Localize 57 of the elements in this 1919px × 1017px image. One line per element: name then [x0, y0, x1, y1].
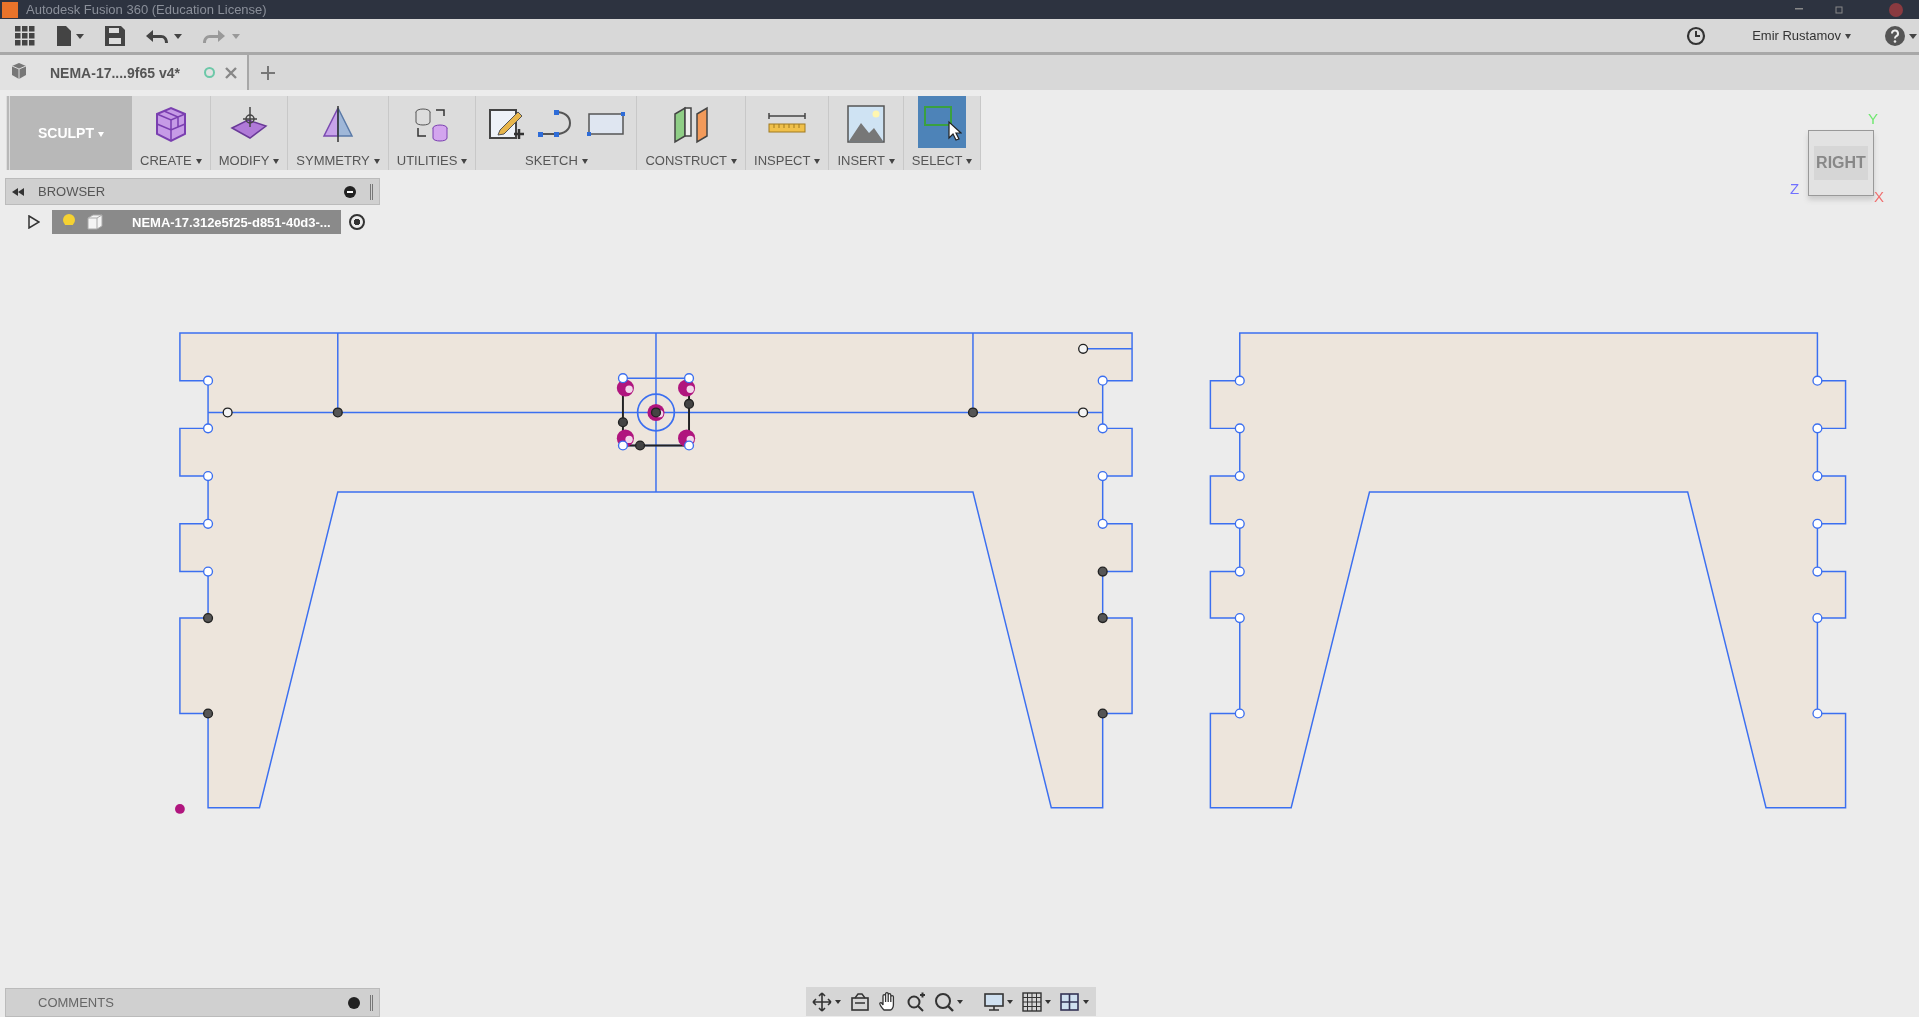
app-grid-icon[interactable]: [15, 25, 35, 46]
toolbar-menu[interactable]: UTILITIES: [396, 153, 468, 168]
tab-title: NEMA-17....9f65 v4*: [50, 64, 180, 81]
component-name: NEMA-17.312e5f25-d851-40d3-...: [132, 214, 331, 230]
display-icon[interactable]: [984, 991, 1014, 1012]
picture-icon[interactable]: [846, 104, 887, 144]
zoom-icon[interactable]: [906, 991, 926, 1012]
caret-icon: [273, 159, 280, 165]
caret-icon: [966, 159, 973, 165]
grip-icon[interactable]: [370, 994, 373, 1011]
toolbar-menu[interactable]: INSPECT: [754, 153, 821, 168]
toolbar-menu[interactable]: CREATE: [140, 153, 202, 168]
toolbar-menu[interactable]: INSERT: [837, 153, 895, 168]
caret-icon: [888, 159, 895, 165]
toolbar-menu[interactable]: CONSTRUCT: [645, 153, 738, 168]
origin-point[interactable]: [175, 804, 185, 814]
body-icon: [86, 213, 104, 231]
caret-icon: [1845, 34, 1851, 40]
close-icon[interactable]: [224, 66, 237, 79]
app-logo-icon: [2, 1, 18, 18]
save-icon[interactable]: [105, 25, 125, 46]
toolbar-menu[interactable]: SKETCH: [525, 153, 588, 168]
motor-mount-sketch-drawing[interactable]: [616, 373, 696, 451]
zoom-window-icon[interactable]: [934, 991, 964, 1012]
user-menu[interactable]: Emir Rustamov: [1752, 28, 1851, 43]
clock-icon[interactable]: [1686, 25, 1707, 46]
window-title: Autodesk Fusion 360 (Education License): [26, 2, 268, 17]
browser-item[interactable]: NEMA-17.312e5f25-d851-40d3-...: [52, 210, 341, 234]
file-icon[interactable]: [55, 25, 85, 46]
caret-icon: [98, 131, 104, 137]
axis-label: Z: [1790, 180, 1800, 197]
help-icon[interactable]: [1885, 25, 1919, 46]
toolbar-menu[interactable]: MODIFY: [218, 153, 280, 168]
status-circle-icon: [203, 67, 215, 78]
collapse-icon[interactable]: [12, 187, 24, 196]
panel-title: BROWSER: [38, 184, 107, 199]
axis-label: X: [1874, 188, 1884, 205]
minus-icon[interactable]: [344, 185, 356, 198]
caret-icon: [581, 159, 588, 165]
expand-arrow-icon[interactable]: [28, 215, 40, 229]
grid-icon[interactable]: [1022, 991, 1052, 1012]
axis-label: Y: [1868, 110, 1878, 127]
caret-icon: [814, 159, 821, 165]
camera-icon[interactable]: [850, 991, 870, 1012]
activate-radio-icon[interactable]: [348, 214, 365, 230]
view-cube-label: RIGHT: [1814, 146, 1868, 180]
toolbar-menu[interactable]: SYMMETRY: [296, 153, 380, 168]
toolbar-menu[interactable]: SELECT: [911, 153, 973, 168]
panel-title: COMMENTS: [38, 995, 115, 1010]
caret-icon: [731, 159, 738, 165]
grip-icon[interactable]: [370, 183, 373, 200]
caret-icon: [195, 159, 202, 165]
caret-icon: [373, 159, 380, 165]
orbit-icon[interactable]: [812, 991, 842, 1012]
document-tab[interactable]: NEMA-17....9f65 v4*: [0, 55, 249, 90]
viewports-icon[interactable]: [1060, 991, 1090, 1012]
caret-icon: [461, 159, 468, 165]
